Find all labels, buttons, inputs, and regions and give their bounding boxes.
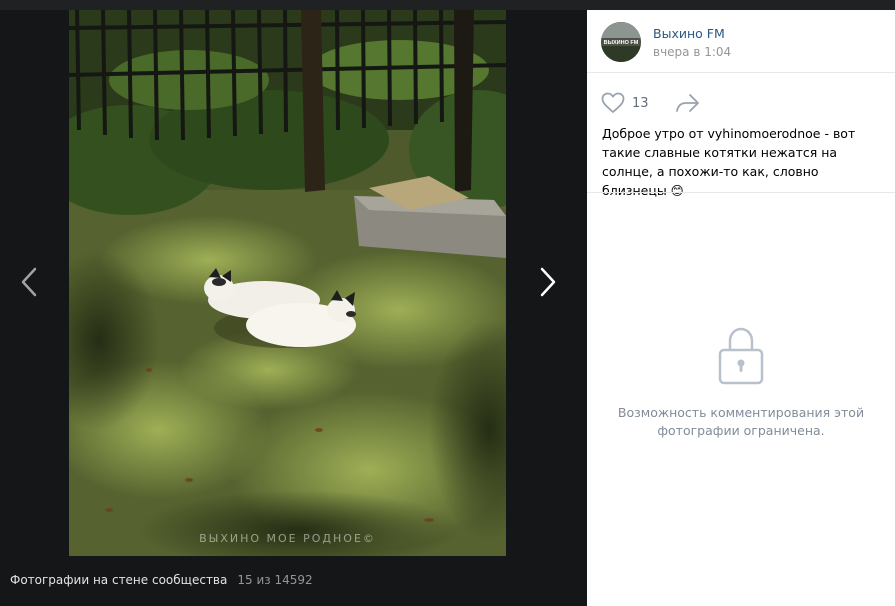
- chevron-left-icon: [21, 267, 37, 297]
- post-text: Доброе утро от vyhinomoerodnoe - вот так…: [602, 126, 856, 198]
- photo-viewer: ВЫХИНО МОЕ РОДНОЕ© Фотографии на стене с…: [0, 10, 587, 606]
- share-arrow-icon: [676, 94, 699, 112]
- post-time[interactable]: вчера в 1:04: [653, 45, 731, 59]
- photo-caption: Фотографии на стене сообщества 15 из 1459…: [10, 573, 313, 587]
- post-panel: ВЫХИНО FM Выхино FM вчера в 1:04 13 Добр…: [587, 10, 895, 606]
- post-actions: 13: [601, 92, 881, 116]
- next-photo-button[interactable]: [528, 252, 568, 312]
- previous-photo-button[interactable]: [9, 252, 49, 312]
- like-count: 13: [632, 95, 649, 111]
- avatar-text: ВЫХИНО FM: [604, 40, 639, 46]
- like-button[interactable]: 13: [601, 92, 649, 114]
- album-caption[interactable]: Фотографии на стене сообщества: [10, 573, 227, 587]
- lock-icon: [718, 327, 764, 385]
- comments-restricted-block: [717, 326, 765, 386]
- photo-counter: 15 из 14592: [237, 573, 313, 587]
- photo-watermark: ВЫХИНО МОЕ РОДНОЕ©: [199, 532, 376, 545]
- top-bar: [0, 0, 895, 10]
- avatar-image: ВЫХИНО FM: [601, 22, 641, 62]
- avatar[interactable]: ВЫХИНО FM: [601, 22, 641, 62]
- photo[interactable]: ВЫХИНО МОЕ РОДНОЕ©: [69, 10, 506, 556]
- share-button[interactable]: [675, 92, 701, 118]
- chevron-right-icon: [540, 267, 556, 297]
- divider: [587, 192, 895, 193]
- heart-icon: [601, 92, 625, 113]
- comments-restricted-text: Возможность комментирования этой фотогра…: [617, 405, 865, 438]
- post-author-header: ВЫХИНО FM Выхино FM вчера в 1:04: [587, 10, 895, 73]
- author-name[interactable]: Выхино FM: [653, 26, 725, 41]
- photo-image: [69, 10, 506, 556]
